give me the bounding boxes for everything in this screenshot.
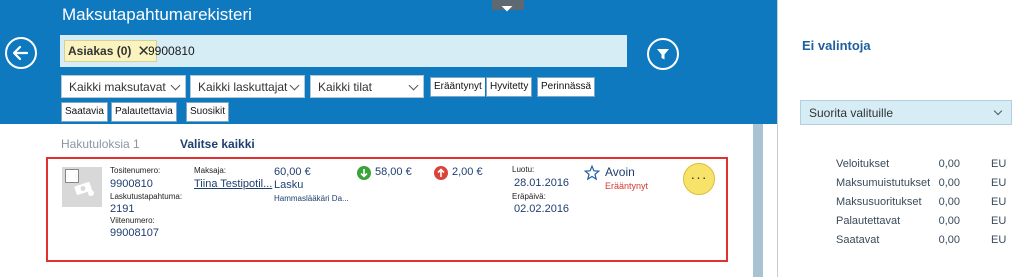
header-bar: Maksutapahtumarekisteri Asiakas (0) ✕ 99…: [0, 0, 777, 124]
viitenumero-value: 99008107: [110, 227, 159, 239]
tag-saatavia[interactable]: Saatavia: [60, 101, 109, 123]
summary-row: Maksusuoritukset 0,00 EU: [836, 196, 1006, 214]
viitenumero-label: Viitenumero:: [110, 216, 155, 225]
collapse-tab-icon[interactable]: [492, 0, 524, 10]
biller-dropdown[interactable]: Kaikki laskuttajat: [190, 75, 305, 98]
summary-currency: EU: [991, 158, 1007, 170]
chevron-down-icon: [170, 80, 181, 91]
document-type: Lasku: [274, 179, 304, 191]
funnel-icon: [657, 49, 669, 60]
maksaja-label: Maksaja:: [194, 166, 227, 175]
luotu-value: 28.01.2016: [514, 177, 570, 189]
summary-amount: 0,00: [938, 196, 960, 208]
summary-label: Maksumuistutukset: [836, 177, 931, 189]
search-bar[interactable]: Asiakas (0) ✕ 9900810: [60, 35, 627, 67]
summary-label: Veloitukset: [836, 158, 890, 170]
summary-row: Saatavat 0,00 EU: [836, 234, 1006, 252]
dropdown-value: Suorita valituille: [809, 106, 894, 120]
chip-label: Asiakas (0): [68, 44, 132, 58]
chevron-down-icon: [289, 80, 300, 91]
more-actions-button[interactable]: ···: [683, 163, 715, 195]
money-icon: [74, 181, 94, 196]
result-card[interactable]: Tositenumero: 9900810 Laskutustapahtuma:…: [46, 157, 728, 262]
laskutustapahtuma-label: Laskutustapahtuma:: [110, 192, 183, 201]
summary-amount: 0,00: [938, 177, 960, 189]
app-title: Maksutapahtumarekisteri: [62, 5, 252, 24]
transaction-thumbnail: [62, 167, 102, 207]
back-button[interactable]: [5, 37, 37, 69]
summary-currency: EU: [991, 215, 1007, 227]
summary-currency: EU: [991, 234, 1007, 246]
summary-row: Maksumuistutukset 0,00 EU: [836, 177, 1006, 195]
outgoing-amount: 2,00 €: [452, 166, 483, 178]
stage: Maksutapahtumarekisteri Asiakas (0) ✕ 99…: [0, 0, 1024, 277]
arrow-down-circle-icon: [357, 166, 371, 180]
erapaiva-label: Eräpäivä:: [512, 192, 546, 201]
tag-palautettavia[interactable]: Palautettavia: [110, 101, 178, 123]
tag-suosikit[interactable]: Suosikit: [184, 101, 231, 123]
scrollbar[interactable]: [753, 124, 763, 277]
luotu-label: Luotu:: [512, 165, 535, 174]
select-all-link[interactable]: Valitse kaikki: [180, 137, 255, 151]
summary-row: Palautettavat 0,00 EU: [836, 215, 1006, 233]
chevron-down-icon: [408, 80, 419, 91]
tag-hyvitetty[interactable]: Hyvitetty: [484, 76, 534, 98]
filter-chip-asiakas: Asiakas (0) ✕: [64, 40, 157, 62]
incoming-amount: 58,00 €: [375, 166, 412, 178]
laskutustapahtuma-value: 2191: [110, 203, 135, 215]
summary-label: Maksusuoritukset: [836, 196, 922, 208]
summary-amount: 0,00: [938, 215, 960, 227]
status-dropdown[interactable]: Kaikki tilat: [310, 75, 424, 98]
tositenumero-value: 9900810: [110, 178, 153, 190]
filter-button[interactable]: [647, 38, 679, 70]
dropdown-value: Kaikki laskuttajat: [198, 80, 288, 94]
tag-perinnassa[interactable]: Perinnässä: [535, 76, 597, 98]
status-sub: Erääntynyt: [605, 181, 649, 191]
summary-amount: 0,00: [938, 234, 960, 246]
arrow-up-circle-icon: [434, 166, 448, 180]
dropdown-value: Kaikki tilat: [318, 80, 373, 94]
results-count: Hakutuloksia 1: [61, 137, 140, 151]
maksaja-link[interactable]: Tiina Testipotil...: [194, 178, 272, 190]
tag-erääntynyt[interactable]: Erääntynyt: [429, 76, 487, 98]
erapaiva-value: 02.02.2016: [514, 203, 570, 215]
summary-currency: EU: [991, 177, 1007, 189]
payment-method-dropdown[interactable]: Kaikki maksutavat: [61, 75, 186, 98]
selection-title: Ei valintoja: [802, 38, 871, 53]
star-outline-icon[interactable]: [584, 165, 600, 181]
dropdown-value: Kaikki maksutavat: [69, 80, 166, 94]
summary-amount: 0,00: [938, 158, 960, 170]
panel-divider: [777, 0, 778, 277]
bulk-action-dropdown[interactable]: Suorita valituille: [800, 100, 1012, 125]
search-input[interactable]: 9900810: [148, 44, 195, 58]
tositenumero-label: Tositenumero:: [110, 166, 161, 175]
summary-currency: EU: [991, 196, 1007, 208]
amount-value: 60,00 €: [274, 166, 311, 178]
summary-label: Palautettavat: [836, 215, 901, 227]
summary-row: Veloitukset 0,00 EU: [836, 158, 1006, 176]
arrow-left-icon: [12, 45, 29, 61]
summary-label: Saatavat: [836, 234, 880, 246]
biller-name: Hammaslääkäri Da...: [274, 194, 349, 203]
status-value: Avoin: [605, 165, 635, 179]
chevron-down-icon: [993, 106, 1003, 116]
